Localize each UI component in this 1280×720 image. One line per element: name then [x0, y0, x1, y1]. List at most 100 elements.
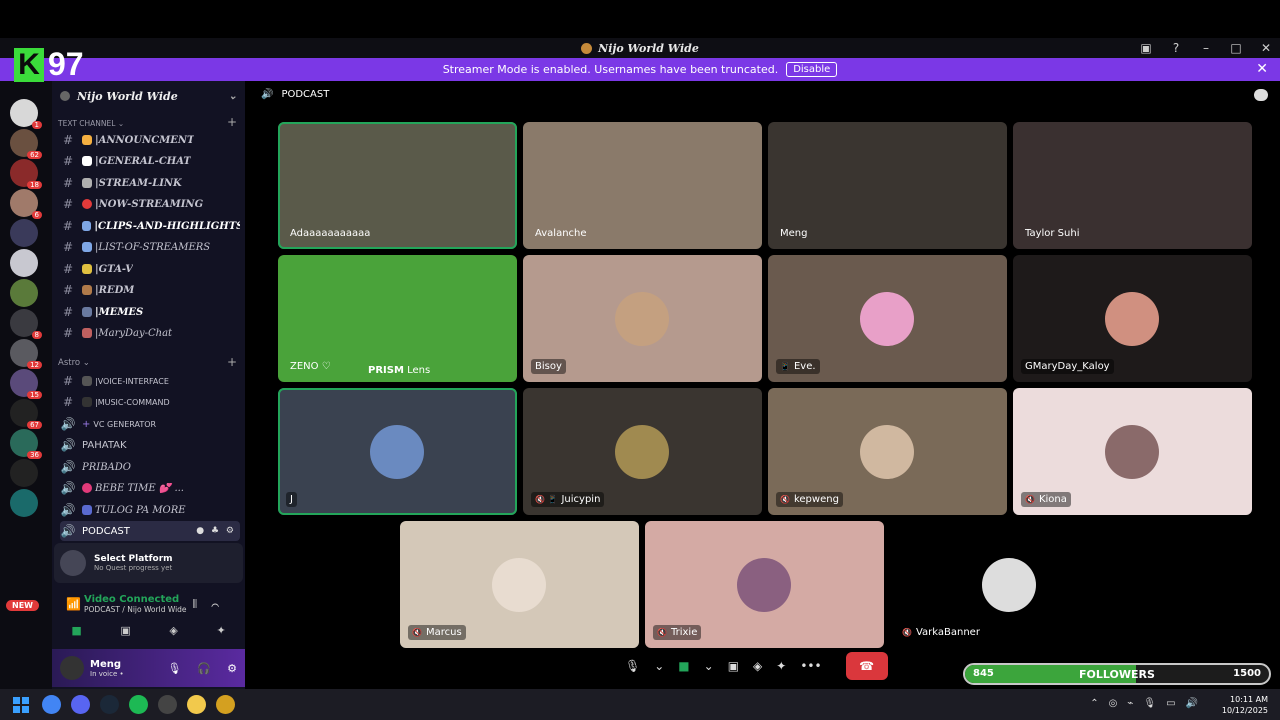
- channel-general-chat[interactable]: # |GENERAL-CHAT: [60, 151, 240, 171]
- mic-icon[interactable]: 🎙: [167, 662, 181, 675]
- participant-tile[interactable]: Adaaaaaaaaaaa: [278, 122, 517, 249]
- channel-maryday-chat[interactable]: # |MaryDay-Chat: [60, 323, 240, 343]
- voice-channel-bebe-time[interactable]: 🔊 BEBE TIME 💕 ...: [60, 478, 240, 498]
- participant-tile[interactable]: 🔇 VarkaBanner: [890, 521, 1129, 648]
- participant-tile[interactable]: PRISM Lens ZENO ♡: [278, 255, 517, 382]
- participant-tile[interactable]: Avalanche: [523, 122, 762, 249]
- voice-channel-podcast[interactable]: 🔊 PODCAST ● ♣ ⚙: [60, 521, 240, 541]
- display-icon[interactable]: ▭: [1166, 698, 1175, 709]
- close-banner-icon[interactable]: ✕: [1256, 61, 1268, 77]
- participant-tile[interactable]: Meng: [768, 122, 1007, 249]
- channel-gta-v[interactable]: # |GTA-V: [60, 259, 240, 279]
- activity-icon[interactable]: ◈: [169, 624, 177, 637]
- participant-tile[interactable]: 🔇 Trixie: [645, 521, 884, 648]
- channel-memes[interactable]: # |MEMES: [60, 302, 240, 322]
- camera-icon[interactable]: ■: [71, 624, 81, 637]
- participant-tile[interactable]: 🔇 Kiona: [1013, 388, 1252, 515]
- server-icon-9[interactable]: 12: [10, 339, 42, 369]
- volume-icon[interactable]: 🔊: [1186, 698, 1198, 709]
- screen-share-icon[interactable]: ▣: [728, 659, 739, 673]
- avatar[interactable]: [60, 656, 84, 680]
- disconnect-icon[interactable]: ⌒: [211, 599, 233, 610]
- server-icon-6[interactable]: [10, 249, 38, 277]
- channel-now-streaming[interactable]: # |NOW-STREAMING: [60, 194, 240, 214]
- channel-stream-link[interactable]: # |STREAM-LINK: [60, 173, 240, 193]
- channel-music-command[interactable]: # |MUSIC-COMMAND: [60, 392, 240, 412]
- taskbar-app-icon[interactable]: [71, 695, 90, 714]
- soundboard-icon[interactable]: ✦: [216, 624, 225, 637]
- server-icon-8[interactable]: 8: [10, 309, 42, 339]
- add-channel-icon[interactable]: +: [227, 115, 237, 129]
- server-icon-10[interactable]: 15: [10, 369, 42, 399]
- category-astro[interactable]: Astro ⌄: [58, 358, 90, 368]
- server-icon-11[interactable]: 67: [10, 399, 42, 429]
- chevron-down-icon[interactable]: ⌄: [704, 659, 714, 673]
- participant-tile[interactable]: 📱 Eve.: [768, 255, 1007, 382]
- participant-tile[interactable]: GMaryDay_Kaloy: [1013, 255, 1252, 382]
- channel-clips-and-highlights[interactable]: # |CLIPS-AND-HIGHLIGHTS: [60, 216, 240, 236]
- headphones-icon[interactable]: 🎧: [197, 662, 211, 675]
- taskbar-app-icon[interactable]: [187, 695, 206, 714]
- participant-tile[interactable]: Taylor Suhi: [1013, 122, 1252, 249]
- usb-icon[interactable]: ⌁: [1127, 698, 1133, 709]
- voice-channel-tulog-pa-more[interactable]: 🔊 TULOG PA MORE: [60, 500, 240, 520]
- network-icon[interactable]: ◎: [1109, 698, 1118, 709]
- server-icon-2[interactable]: 62: [10, 129, 42, 159]
- maximize-icon[interactable]: □: [1228, 41, 1244, 55]
- participant-tile[interactable]: 🔇 📱 Juicypin: [523, 388, 762, 515]
- quest-card[interactable]: Select Platform No Quest progress yet: [54, 543, 243, 583]
- voice-channel-pahatak[interactable]: 🔊 PAHATAK: [60, 435, 240, 455]
- voice-status[interactable]: Video Connected: [84, 594, 187, 605]
- channel-redm[interactable]: # |REDM: [60, 280, 240, 300]
- participant-tile[interactable]: 🔇 Marcus: [400, 521, 639, 648]
- taskbar-app-icon[interactable]: [158, 695, 177, 714]
- participant-tile[interactable]: J: [278, 388, 517, 515]
- channel-vc-generator[interactable]: 🔊 + VC GENERATOR: [60, 414, 240, 434]
- server-icon-7[interactable]: [10, 279, 38, 307]
- disable-streamer-mode-button[interactable]: Disable: [786, 62, 838, 77]
- hash-icon: #: [62, 305, 74, 319]
- noise-suppression-icon[interactable]: ⫼: [192, 599, 211, 610]
- mic-icon[interactable]: 🎙: [625, 659, 640, 673]
- windows-start-icon[interactable]: [13, 697, 29, 713]
- taskbar-app-icon[interactable]: [129, 695, 148, 714]
- channel-list-of-streamers[interactable]: # |LIST-OF-STREAMERS: [60, 237, 240, 257]
- help-icon[interactable]: ?: [1168, 41, 1184, 55]
- screen-share-icon[interactable]: ▣: [120, 624, 130, 637]
- server-icon-5[interactable]: [10, 219, 38, 247]
- voice-channel-pribado[interactable]: 🔊 PRIBADO: [60, 457, 240, 477]
- server-icon-12[interactable]: 36: [10, 429, 42, 459]
- username[interactable]: Meng: [90, 659, 124, 670]
- server-icon-3[interactable]: 18: [10, 159, 42, 189]
- screen-share-icon[interactable]: ▣: [1138, 41, 1154, 55]
- channel-tools-icon[interactable]: ● ♣ ⚙: [196, 526, 236, 536]
- server-icon-4[interactable]: 6: [10, 189, 42, 219]
- voice-location[interactable]: PODCAST / Nijo World Wide: [84, 605, 187, 614]
- category-text-channel[interactable]: Text Channel ⌄: [58, 119, 124, 128]
- end-call-button[interactable]: ☎: [845, 652, 888, 680]
- activity-icon[interactable]: ◈: [753, 659, 762, 673]
- channel-voice-interface[interactable]: # |VOICE-INTERFACE: [60, 371, 240, 391]
- taskbar-app-icon[interactable]: [42, 695, 61, 714]
- soundboard-icon[interactable]: ✦: [776, 659, 786, 673]
- chat-icon[interactable]: [1254, 89, 1268, 101]
- taskbar-app-icon[interactable]: [100, 695, 119, 714]
- server-header[interactable]: Nijo World Wide ⌄: [52, 81, 245, 111]
- participant-tile[interactable]: Bisoy: [523, 255, 762, 382]
- chevron-down-icon[interactable]: ⌄: [654, 659, 664, 673]
- taskbar-app-icon[interactable]: [216, 695, 235, 714]
- server-icon-13[interactable]: [10, 459, 38, 487]
- participant-tile[interactable]: 🔇 kepweng: [768, 388, 1007, 515]
- server-icon-14[interactable]: [10, 489, 38, 517]
- more-icon[interactable]: •••: [800, 659, 821, 673]
- chevron-up-icon[interactable]: ⌃: [1090, 698, 1098, 709]
- camera-icon[interactable]: ■: [678, 659, 689, 673]
- add-channel-icon[interactable]: +: [227, 355, 237, 369]
- mic-icon[interactable]: 🎙: [1143, 698, 1156, 709]
- settings-icon[interactable]: ⚙: [227, 662, 237, 675]
- channel-announcment[interactable]: # |ANNOUNCMENT: [60, 130, 240, 150]
- minimize-icon[interactable]: –: [1198, 41, 1214, 55]
- clock[interactable]: 10:11 AM 10/12/2025: [1222, 694, 1268, 716]
- close-icon[interactable]: ✕: [1258, 41, 1274, 55]
- server-icon-1[interactable]: 1: [10, 99, 42, 129]
